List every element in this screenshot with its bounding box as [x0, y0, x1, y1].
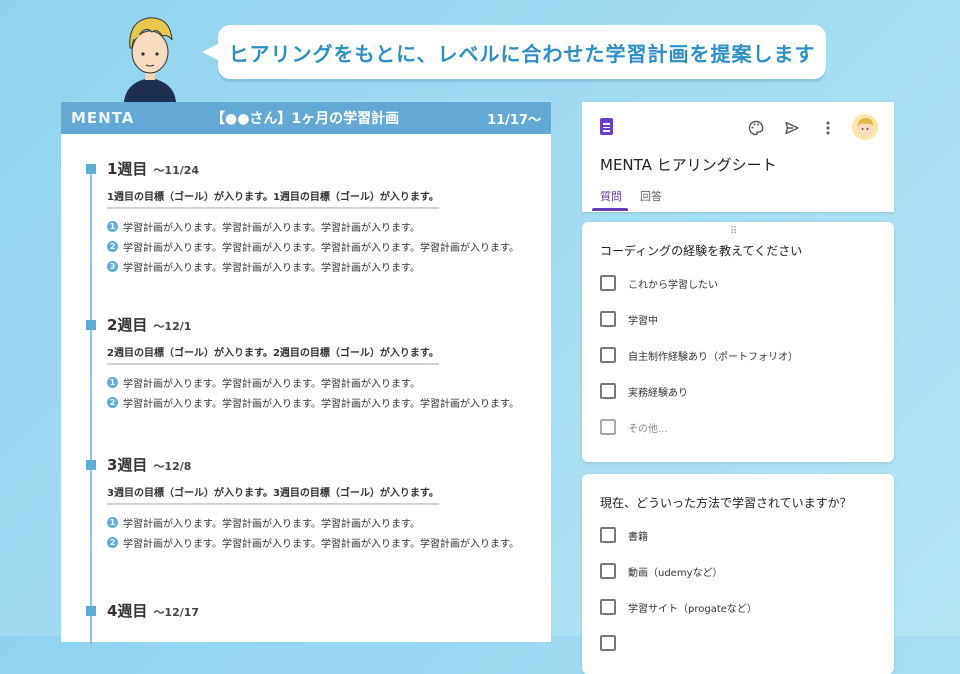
- plan-title: 【●●さん】1ヶ月の学習計画: [211, 111, 400, 127]
- question-title: 現在、どういった方法で学習されていますか？: [600, 496, 852, 510]
- checkbox[interactable]: [600, 275, 616, 291]
- plan-item: 1 学習計画が入ります。学習計画が入ります。学習計画が入ります。: [107, 372, 519, 392]
- plan-item-text: 学習計画が入ります。学習計画が入ります。学習計画が入ります。: [123, 262, 420, 274]
- timeline-marker: [86, 606, 96, 616]
- item-number-badge: 3: [107, 260, 118, 272]
- study-plan-panel: MENTA 【●●さん】1ヶ月の学習計画 11/17〜 1週目 〜11/24 1週…: [61, 102, 551, 648]
- item-number-badge: 2: [107, 240, 118, 252]
- option-label: 書籍: [628, 531, 648, 543]
- checkbox[interactable]: [600, 347, 616, 363]
- item-number-badge: 2: [107, 536, 118, 548]
- timeline-marker: [86, 164, 96, 174]
- option-label: 学習中: [628, 315, 658, 327]
- tab-questions[interactable]: 質問: [600, 188, 622, 204]
- question-title: コーディングの経験を教えてください: [600, 244, 803, 258]
- plan-item-text: 学習計画が入ります。学習計画が入ります。学習計画が入ります。: [123, 518, 420, 530]
- plan-item: 2 学習計画が入ります。学習計画が入ります。学習計画が入ります。学習計画が入ります…: [107, 532, 519, 552]
- user-avatar[interactable]: [852, 114, 878, 140]
- week-goal: 3週目の目標（ゴール）が入ります。3週目の目標（ゴール）が入ります。: [107, 484, 439, 505]
- week-goal: 2週目の目標（ゴール）が入ります。2週目の目標（ゴール）が入ります。: [107, 344, 439, 365]
- option-label: 動画（udemyなど）: [628, 567, 723, 579]
- speech-bubble: ヒアリングをもとに、レベルに合わせた学習計画を提案します: [202, 25, 826, 79]
- presenter-avatar: [124, 17, 176, 102]
- checkbox[interactable]: [600, 383, 616, 399]
- plan-item: 3 学習計画が入ります。学習計画が入ります。学習計画が入ります。: [107, 256, 519, 276]
- plan-item-text: 学習計画が入ります。学習計画が入ります。学習計画が入ります。: [123, 222, 420, 234]
- week-label: 3週目: [107, 456, 148, 474]
- timeline-marker: [86, 460, 96, 470]
- menta-logo: MENTA: [71, 109, 135, 127]
- checkbox[interactable]: [600, 599, 616, 615]
- checkbox-option[interactable]: 学習サイト（progateなど）: [600, 599, 757, 615]
- week-label: 2週目: [107, 316, 148, 334]
- checkbox-option[interactable]: 学習中: [600, 311, 658, 327]
- plan-item: 2 学習計画が入ります。学習計画が入ります。学習計画が入ります。学習計画が入ります…: [107, 236, 519, 256]
- hearing-sheet-form: MENTA ヒアリングシート 質問 回答 ⠿ コーディングの経験を教えてください…: [582, 102, 894, 674]
- checkbox[interactable]: [600, 527, 616, 543]
- question-card[interactable]: 現在、どういった方法で学習されていますか？ 書籍 動画（udemyなど） 学習サ…: [582, 474, 894, 674]
- plan-item-text: 学習計画が入ります。学習計画が入ります。学習計画が入ります。: [123, 378, 420, 390]
- option-label: 学習サイト（progateなど）: [628, 603, 757, 615]
- checkbox-option[interactable]: これから学習したい: [600, 275, 718, 291]
- question-card[interactable]: ⠿ コーディングの経験を教えてください これから学習したい 学習中 自主制作経験…: [582, 222, 894, 462]
- week-label: 1週目: [107, 160, 148, 178]
- timeline-marker: [86, 320, 96, 330]
- checkbox[interactable]: [600, 419, 616, 435]
- week-label: 4週目: [107, 602, 148, 620]
- active-tab-indicator: [592, 208, 628, 211]
- plan-header: MENTA 【●●さん】1ヶ月の学習計画 11/17〜: [61, 102, 551, 134]
- checkbox-option[interactable]: 実務経験あり: [600, 383, 688, 399]
- week-date: 〜12/8: [153, 460, 192, 473]
- week-date: 〜12/1: [153, 320, 192, 333]
- plan-item: 1 学習計画が入ります。学習計画が入ります。学習計画が入ります。: [107, 216, 519, 236]
- checkbox-option-other[interactable]: その他...: [600, 419, 668, 435]
- send-icon[interactable]: [782, 118, 802, 138]
- forms-app-icon[interactable]: [600, 118, 613, 135]
- option-label: 実務経験あり: [628, 387, 688, 399]
- timeline-line: [90, 168, 92, 648]
- week-date: 〜11/24: [153, 164, 200, 177]
- option-label: その他...: [628, 423, 668, 435]
- plan-item-text: 学習計画が入ります。学習計画が入ります。学習計画が入ります。学習計画が入ります。: [123, 398, 519, 410]
- week-goal: 1週目の目標（ゴール）が入ります。1週目の目標（ゴール）が入ります。: [107, 188, 439, 209]
- plan-start-date: 11/17〜: [487, 112, 541, 128]
- plan-item: 1 学習計画が入ります。学習計画が入ります。学習計画が入ります。: [107, 512, 519, 532]
- option-label: 自主制作経験あり（ポートフォリオ）: [628, 351, 798, 363]
- checkbox-option[interactable]: 書籍: [600, 527, 648, 543]
- item-number-badge: 1: [107, 220, 118, 232]
- palette-icon[interactable]: [746, 118, 766, 138]
- plan-item: 2 学習計画が入ります。学習計画が入ります。学習計画が入ります。学習計画が入ります…: [107, 392, 519, 412]
- drag-handle-icon[interactable]: ⠿: [730, 226, 738, 237]
- week-date: 〜12/17: [153, 606, 200, 619]
- plan-item-text: 学習計画が入ります。学習計画が入ります。学習計画が入ります。学習計画が入ります。: [123, 242, 519, 254]
- tab-responses[interactable]: 回答: [640, 188, 662, 204]
- item-number-badge: 1: [107, 376, 118, 388]
- item-number-badge: 2: [107, 396, 118, 408]
- checkbox-option[interactable]: 動画（udemyなど）: [600, 563, 723, 579]
- speech-bubble-text: ヒアリングをもとに、レベルに合わせた学習計画を提案します: [228, 41, 816, 66]
- checkbox-option[interactable]: 自主制作経験あり（ポートフォリオ）: [600, 347, 798, 363]
- form-title: MENTA ヒアリングシート: [600, 156, 777, 174]
- more-vert-icon[interactable]: [818, 118, 838, 138]
- checkbox[interactable]: [600, 635, 616, 651]
- item-number-badge: 1: [107, 516, 118, 528]
- plan-item-text: 学習計画が入ります。学習計画が入ります。学習計画が入ります。学習計画が入ります。: [123, 538, 519, 550]
- form-header: MENTA ヒアリングシート 質問 回答: [582, 102, 894, 212]
- checkbox-option[interactable]: [600, 635, 628, 651]
- checkbox[interactable]: [600, 563, 616, 579]
- option-label: これから学習したい: [628, 279, 718, 291]
- checkbox[interactable]: [600, 311, 616, 327]
